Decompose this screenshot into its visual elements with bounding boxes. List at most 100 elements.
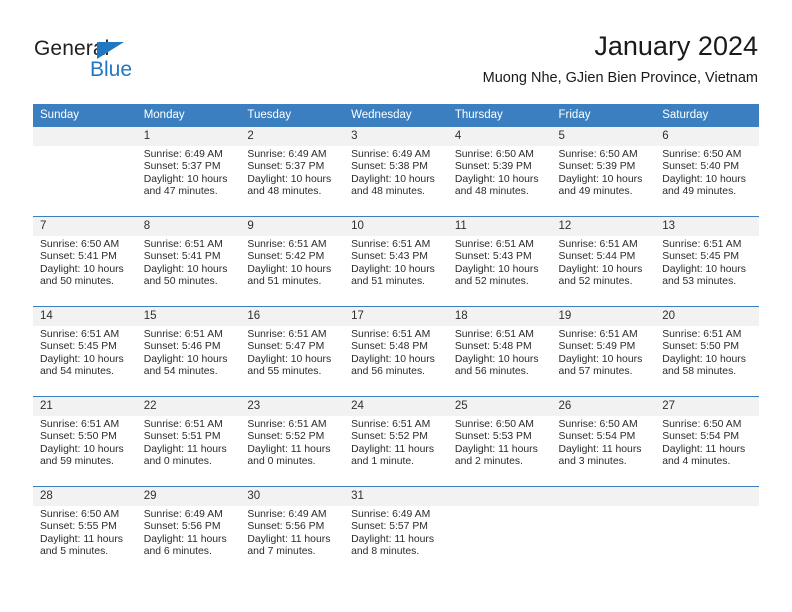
- day-cell-15[interactable]: 15 Sunrise: 6:51 AM Sunset: 5:46 PM Dayligh…: [136, 307, 241, 396]
- daylight-text: Daylight: 10 hours: [143, 353, 228, 365]
- day-cell-5[interactable]: 5 Sunrise: 6:50 AM Sunset: 5:39 PM Daylight…: [551, 127, 656, 216]
- day-cell-22[interactable]: 22 Sunrise: 6:51 AM Sunset: 5:51 PM Dayligh…: [136, 397, 241, 486]
- day-number: 23: [240, 397, 345, 416]
- day-number: 31: [344, 487, 448, 506]
- day-cell-empty: [655, 487, 759, 575]
- sunrise-text: Sunrise: 6:51 AM: [247, 239, 327, 250]
- day-cell-6[interactable]: 6 Sunrise: 6:50 AM Sunset: 5:40 PM Daylight…: [655, 127, 759, 216]
- day-details: Sunrise: 6:51 AM Sunset: 5:42 PM Daylight:…: [240, 236, 344, 289]
- day-number: 9: [240, 217, 345, 236]
- daylight-text: Daylight: 10 hours: [247, 263, 332, 275]
- daylight-text: Daylight: 10 hours: [143, 173, 228, 185]
- daylight-text: and 58 minutes.: [662, 366, 737, 378]
- day-details: Sunrise: 6:51 AM Sunset: 5:45 PM Daylight:…: [655, 236, 759, 289]
- sunset-text: Sunset: 5:56 PM: [247, 521, 325, 533]
- calendar-grid: Sunday Monday Tuesday Wednesday Thursday Frid…: [33, 104, 759, 575]
- day-cell-18[interactable]: 18 Sunrise: 6:51 AM Sunset: 5:48 PM Dayligh…: [447, 307, 552, 396]
- day-cell-11[interactable]: 11 Sunrise: 6:51 AM Sunset: 5:43 PM Dayligh…: [447, 217, 552, 306]
- day-details: Sunrise: 6:51 AM Sunset: 5:41 PM Daylight:…: [137, 236, 241, 289]
- daylight-text: Daylight: 10 hours: [454, 173, 539, 185]
- weekday-header-tuesday: Tuesday: [240, 104, 345, 127]
- daylight-text: Daylight: 11 hours: [351, 443, 435, 455]
- day-cell-29[interactable]: 29 Sunrise: 6:49 AM Sunset: 5:56 PM Dayligh…: [136, 487, 241, 575]
- page-header: General Blue January 2024 Muong Nhe, GJi…: [0, 0, 792, 104]
- sunrise-text: Sunrise: 6:51 AM: [558, 239, 638, 250]
- calendar-cell: 16 Sunrise: 6:51 AM Sunset: 5:47 PM Dayligh…: [240, 306, 345, 397]
- calendar-cell: 2 Sunrise: 6:49 AM Sunset: 5:37 PM Daylight…: [240, 126, 345, 217]
- sunrise-text: Sunrise: 6:50 AM: [662, 149, 742, 160]
- daylight-text: Daylight: 10 hours: [247, 353, 332, 365]
- general-blue-logo[interactable]: General Blue: [34, 37, 164, 85]
- day-cell-24[interactable]: 24 Sunrise: 6:51 AM Sunset: 5:52 PM Dayligh…: [344, 397, 448, 486]
- day-cell-10[interactable]: 10 Sunrise: 6:51 AM Sunset: 5:43 PM Dayligh…: [344, 217, 448, 306]
- day-cell-20[interactable]: 20 Sunrise: 6:51 AM Sunset: 5:50 PM Dayligh…: [655, 307, 759, 396]
- day-number: 18: [447, 307, 552, 326]
- sunset-text: Sunset: 5:47 PM: [247, 341, 325, 353]
- day-cell-2[interactable]: 2 Sunrise: 6:49 AM Sunset: 5:37 PM Daylight…: [240, 127, 345, 216]
- day-number: 15: [136, 307, 241, 326]
- sunset-text: Sunset: 5:43 PM: [351, 251, 428, 263]
- day-details: Sunrise: 6:50 AM Sunset: 5:39 PM Daylight:…: [552, 146, 656, 199]
- sunrise-text: Sunrise: 6:51 AM: [143, 419, 223, 430]
- calendar-week-row: 28 Sunrise: 6:50 AM Sunset: 5:55 PM Dayligh…: [33, 486, 759, 575]
- day-number: 24: [344, 397, 448, 416]
- daylight-text: Daylight: 10 hours: [40, 263, 124, 275]
- sunrise-text: Sunrise: 6:51 AM: [454, 329, 534, 340]
- sunrise-text: Sunrise: 6:49 AM: [247, 509, 327, 520]
- day-details: Sunrise: 6:51 AM Sunset: 5:51 PM Daylight:…: [137, 416, 241, 469]
- day-cell-28[interactable]: 28 Sunrise: 6:50 AM Sunset: 5:55 PM Dayligh…: [33, 487, 137, 575]
- daylight-text: Daylight: 11 hours: [558, 443, 642, 455]
- page-title: January 2024: [594, 31, 758, 61]
- day-cell-1[interactable]: 1 Sunrise: 6:49 AM Sunset: 5:37 PM Daylight…: [136, 127, 241, 216]
- day-cell-8[interactable]: 8 Sunrise: 6:51 AM Sunset: 5:41 PM Daylight…: [136, 217, 241, 306]
- day-cell-16[interactable]: 16 Sunrise: 6:51 AM Sunset: 5:47 PM Dayligh…: [240, 307, 345, 396]
- day-details: Sunrise: 6:50 AM Sunset: 5:39 PM Daylight:…: [448, 146, 552, 199]
- day-cell-13[interactable]: 13 Sunrise: 6:51 AM Sunset: 5:45 PM Dayligh…: [655, 217, 759, 306]
- day-cell-9[interactable]: 9 Sunrise: 6:51 AM Sunset: 5:42 PM Daylight…: [240, 217, 345, 306]
- day-cell-31[interactable]: 31 Sunrise: 6:49 AM Sunset: 5:57 PM Dayligh…: [344, 487, 448, 575]
- day-number: 4: [447, 127, 552, 146]
- day-cell-30[interactable]: 30 Sunrise: 6:49 AM Sunset: 5:56 PM Dayligh…: [240, 487, 345, 575]
- day-cell-4[interactable]: 4 Sunrise: 6:50 AM Sunset: 5:39 PM Daylight…: [447, 127, 552, 216]
- day-details: Sunrise: 6:50 AM Sunset: 5:41 PM Daylight:…: [33, 236, 137, 289]
- sunrise-text: Sunrise: 6:49 AM: [143, 149, 223, 160]
- sunrise-text: Sunrise: 6:50 AM: [662, 419, 742, 430]
- calendar-cell: 26 Sunrise: 6:50 AM Sunset: 5:54 PM Dayligh…: [551, 396, 656, 487]
- calendar-week-row: 14 Sunrise: 6:51 AM Sunset: 5:45 PM Dayligh…: [33, 306, 759, 397]
- calendar-cell: 27 Sunrise: 6:50 AM Sunset: 5:54 PM Dayligh…: [655, 396, 759, 487]
- calendar-header-row: Sunday Monday Tuesday Wednesday Thursday Frid…: [33, 104, 759, 127]
- day-cell-12[interactable]: 12 Sunrise: 6:51 AM Sunset: 5:44 PM Dayligh…: [551, 217, 656, 306]
- sunset-text: Sunset: 5:45 PM: [40, 341, 117, 353]
- day-cell-26[interactable]: 26 Sunrise: 6:50 AM Sunset: 5:54 PM Dayligh…: [551, 397, 656, 486]
- calendar-cell: 14 Sunrise: 6:51 AM Sunset: 5:45 PM Dayligh…: [33, 306, 137, 397]
- day-cell-21[interactable]: 21 Sunrise: 6:51 AM Sunset: 5:50 PM Dayligh…: [33, 397, 137, 486]
- day-cell-3[interactable]: 3 Sunrise: 6:49 AM Sunset: 5:38 PM Daylight…: [344, 127, 448, 216]
- sunset-text: Sunset: 5:54 PM: [662, 431, 740, 443]
- day-details: Sunrise: 6:51 AM Sunset: 5:52 PM Daylight:…: [240, 416, 344, 469]
- daylight-text: and 6 minutes.: [143, 546, 212, 558]
- day-cell-19[interactable]: 19 Sunrise: 6:51 AM Sunset: 5:49 PM Dayligh…: [551, 307, 656, 396]
- sunset-text: Sunset: 5:51 PM: [143, 431, 221, 443]
- day-cell-23[interactable]: 23 Sunrise: 6:51 AM Sunset: 5:52 PM Dayligh…: [240, 397, 345, 486]
- day-cell-14[interactable]: 14 Sunrise: 6:51 AM Sunset: 5:45 PM Dayligh…: [33, 307, 137, 396]
- day-details: Sunrise: 6:49 AM Sunset: 5:37 PM Daylight:…: [137, 146, 241, 199]
- day-number: 17: [344, 307, 448, 326]
- calendar-cell: 25 Sunrise: 6:50 AM Sunset: 5:53 PM Dayligh…: [447, 396, 552, 487]
- daylight-text: and 0 minutes.: [247, 456, 316, 468]
- day-number: 6: [655, 127, 759, 146]
- title-block: January 2024 Muong Nhe, GJien Bien Provi…: [238, 30, 758, 88]
- sunset-text: Sunset: 5:39 PM: [558, 161, 636, 173]
- calendar-cell: [655, 486, 759, 575]
- day-cell-7[interactable]: 7 Sunrise: 6:50 AM Sunset: 5:41 PM Daylight…: [33, 217, 137, 306]
- day-cell-17[interactable]: 17 Sunrise: 6:51 AM Sunset: 5:48 PM Dayligh…: [344, 307, 448, 396]
- day-number: 1: [136, 127, 241, 146]
- day-cell-27[interactable]: 27 Sunrise: 6:50 AM Sunset: 5:54 PM Dayligh…: [655, 397, 759, 486]
- sunrise-text: Sunrise: 6:51 AM: [351, 239, 431, 250]
- logo-triangle-icon: [97, 42, 124, 59]
- calendar-cell: 7 Sunrise: 6:50 AM Sunset: 5:41 PM Daylight…: [33, 216, 137, 307]
- day-number: [655, 487, 759, 506]
- day-details: Sunrise: 6:51 AM Sunset: 5:48 PM Daylight:…: [448, 326, 552, 379]
- sunset-text: Sunset: 5:55 PM: [40, 521, 117, 533]
- daylight-text: Daylight: 11 hours: [247, 533, 331, 545]
- day-cell-25[interactable]: 25 Sunrise: 6:50 AM Sunset: 5:53 PM Dayligh…: [447, 397, 552, 486]
